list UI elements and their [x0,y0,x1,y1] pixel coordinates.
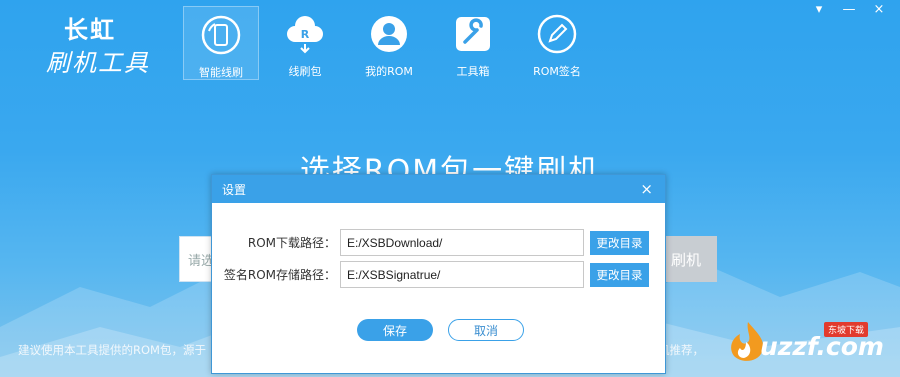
close-button[interactable]: × [866,0,892,18]
cancel-button[interactable]: 取消 [448,319,524,341]
dialog-title: 设置 [222,182,247,197]
nav-toolbox[interactable]: 工具箱 [435,6,511,80]
logo-brand: 长虹 [64,16,116,44]
settings-dialog: 设置 × ROM下载路径： E:/XSBDownload/ 更改目录 签名ROM… [211,174,666,374]
wrench-icon [453,14,493,54]
nav-my-rom[interactable]: 我的ROM [351,6,427,80]
change-signed-dir-button[interactable]: 更改目录 [590,262,649,287]
rom-download-row: ROM下载路径： E:/XSBDownload/ 更改目录 [212,229,649,256]
watermark-tag: 东坡下载 [824,322,869,337]
nav-label: 我的ROM [365,65,413,78]
window-controls: ▾ — × [806,0,892,18]
signed-rom-row: 签名ROM存储路径： E:/XSBSignatrue/ 更改目录 [212,261,649,288]
signed-rom-path-field[interactable]: E:/XSBSignatrue/ [340,261,584,288]
minimize-button[interactable]: ▾ [806,0,832,18]
cloud-download-icon: R [285,14,325,54]
pen-icon [537,14,577,54]
app-logo: 长虹 刷机工具 [46,10,150,78]
main-nav: 智能线刷 R 线刷包 我的ROM 工具箱 ROM签名 [183,6,603,80]
rom-download-path-field[interactable]: E:/XSBDownload/ [340,229,584,256]
dialog-close-icon[interactable]: × [640,180,655,198]
nav-smart-flash[interactable]: 智能线刷 [183,6,259,80]
nav-flash-package[interactable]: R 线刷包 [267,6,343,80]
restore-button[interactable]: — [836,0,862,18]
bottom-note: 建议使用本工具提供的ROM包，源于 [18,343,206,357]
nav-label: 线刷包 [288,65,322,78]
svg-text:R: R [301,28,310,41]
nav-label: ROM签名 [533,65,581,78]
watermark-logo: uzzf.com 东坡下载 [724,318,894,370]
nav-label: 工具箱 [456,65,490,78]
dialog-titlebar: 设置 × [212,175,665,203]
change-download-dir-button[interactable]: 更改目录 [590,230,649,255]
signed-rom-label: 签名ROM存储路径： [223,268,336,282]
phone-refresh-icon [201,15,241,55]
rom-download-label: ROM下载路径： [247,236,336,250]
nav-label: 智能线刷 [199,66,243,79]
save-button[interactable]: 保存 [357,319,433,341]
nav-rom-sign[interactable]: ROM签名 [519,6,595,80]
user-icon [369,14,409,54]
logo-product: 刷机工具 [46,49,150,77]
